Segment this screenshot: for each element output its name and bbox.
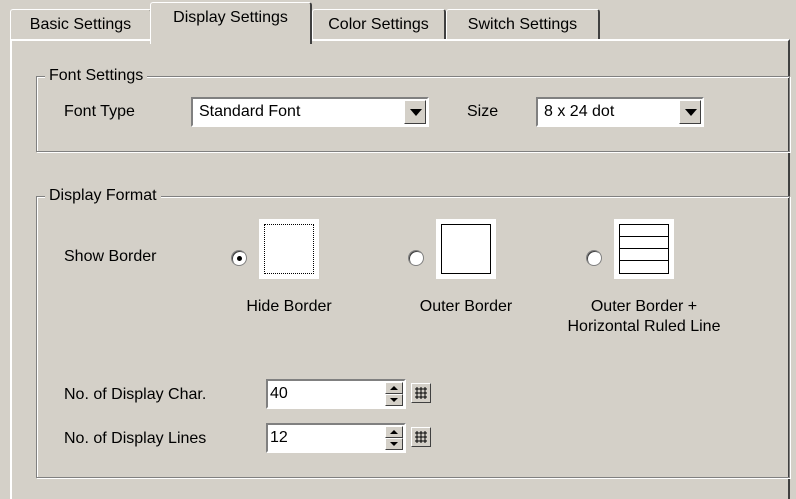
outer-border-ruled-caption-line1: Outer Border + [590, 298, 698, 315]
outer-border-caption: Outer Border [419, 298, 513, 315]
tab-label: Switch Settings [467, 16, 578, 33]
spin-up-icon[interactable] [385, 382, 403, 394]
spin-up-icon[interactable] [385, 426, 403, 438]
spin-down-icon[interactable] [385, 438, 403, 450]
radio-hide-border[interactable] [231, 250, 247, 266]
display-lines-field[interactable] [266, 423, 406, 453]
display-char-label: No. of Display Char. [64, 386, 207, 403]
display-format-group: Display Format Show Border Hide Border O… [36, 185, 790, 478]
display-char-field[interactable] [266, 379, 406, 409]
outer-border-ruled-preview [614, 219, 674, 279]
tab-bar: Basic Settings Display Settings Color Se… [0, 0, 796, 44]
tab-switch-settings[interactable]: Switch Settings [446, 9, 600, 39]
display-char-input[interactable] [270, 383, 370, 405]
outer-border-preview [436, 219, 496, 279]
outer-border-ruled-caption-line2: Horizontal Ruled Line [567, 318, 721, 335]
font-type-value: Standard Font [199, 103, 301, 120]
tab-basic-settings[interactable]: Basic Settings [10, 9, 152, 39]
display-lines-input[interactable] [270, 427, 370, 449]
size-value: 8 x 24 dot [544, 103, 615, 120]
tab-label: Display Settings [173, 9, 288, 26]
group-title: Display Format [45, 185, 161, 207]
keypad-icon[interactable] [411, 427, 431, 447]
group-title: Font Settings [45, 65, 148, 87]
tab-label: Color Settings [328, 16, 429, 33]
display-char-stepper[interactable] [385, 382, 403, 406]
radio-outer-border-ruled[interactable] [586, 250, 602, 266]
tab-label: Basic Settings [29, 16, 132, 33]
tab-panel: Font Settings Font Type Standard Font Si… [10, 39, 790, 499]
show-border-label: Show Border [64, 248, 157, 265]
radio-outer-border[interactable] [408, 250, 424, 266]
tab-display-settings[interactable]: Display Settings [150, 2, 312, 44]
display-lines-stepper[interactable] [385, 426, 403, 450]
hide-border-preview [259, 219, 319, 279]
font-type-dropdown[interactable]: Standard Font [191, 97, 429, 127]
spin-down-icon[interactable] [385, 394, 403, 406]
size-label: Size [467, 103, 499, 120]
font-settings-group: Font Settings Font Type Standard Font Si… [36, 65, 790, 152]
size-dropdown[interactable]: 8 x 24 dot [536, 97, 704, 127]
hide-border-caption: Hide Border [246, 298, 332, 315]
display-lines-label: No. of Display Lines [64, 430, 207, 447]
font-type-label: Font Type [64, 103, 135, 120]
keypad-icon[interactable] [411, 383, 431, 403]
chevron-down-icon[interactable] [679, 100, 701, 124]
chevron-down-icon[interactable] [404, 100, 426, 124]
tab-color-settings[interactable]: Color Settings [312, 9, 446, 39]
